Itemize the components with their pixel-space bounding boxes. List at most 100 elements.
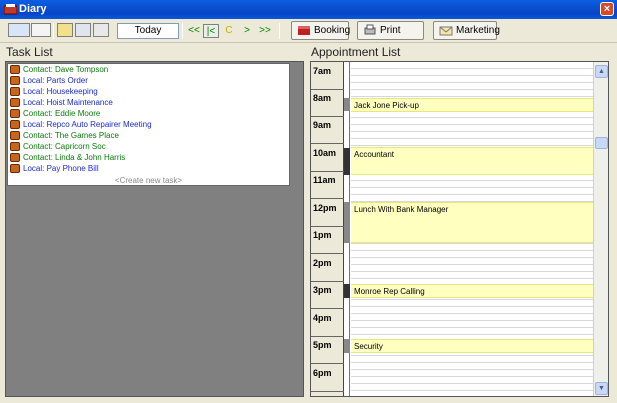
slot-line bbox=[351, 138, 593, 139]
vertical-scrollbar[interactable]: ▲ ▼ bbox=[593, 62, 608, 396]
refresh-icon[interactable]: C bbox=[221, 24, 237, 38]
task-item[interactable]: Contact: The Games Place bbox=[8, 130, 289, 141]
booking-button[interactable]: Booking bbox=[291, 21, 351, 40]
hour-divider bbox=[311, 226, 344, 227]
next-icon[interactable]: > bbox=[239, 24, 255, 38]
today-field[interactable]: Today bbox=[117, 23, 179, 39]
printer-icon[interactable] bbox=[93, 23, 109, 37]
prev-icon[interactable]: |< bbox=[203, 24, 219, 38]
slot-line bbox=[351, 306, 593, 307]
appointment-item[interactable]: Lunch With Bank Manager bbox=[351, 202, 593, 243]
appointment-marker bbox=[344, 202, 350, 243]
task-item[interactable]: Contact: Capricorn Soc bbox=[8, 141, 289, 152]
task-icon bbox=[10, 98, 20, 107]
appointment-item[interactable]: Accountant bbox=[351, 147, 593, 175]
title-bar: Diary × bbox=[0, 0, 617, 19]
task-list: Contact: Dave Tompson Local: Parts Order… bbox=[7, 63, 290, 186]
hour-label: 11am bbox=[313, 175, 336, 185]
slot-line bbox=[351, 369, 593, 370]
hour-divider bbox=[311, 89, 344, 90]
hour-label: 2pm bbox=[313, 258, 332, 268]
task-icon bbox=[10, 120, 20, 129]
task-icon bbox=[10, 131, 20, 140]
task-item[interactable]: Local: Housekeeping bbox=[8, 86, 289, 97]
appointment-marker bbox=[344, 148, 350, 175]
booking-icon bbox=[298, 26, 310, 35]
task-icon bbox=[10, 76, 20, 85]
slot-line bbox=[351, 68, 593, 69]
appointment-marker bbox=[344, 339, 350, 353]
slot-line bbox=[351, 362, 593, 363]
time-column: 7am 8am 9am 10am 11am 12pm 1pm 2pm 3pm 4… bbox=[311, 62, 344, 396]
week-view-icon[interactable] bbox=[31, 23, 51, 37]
slot-line bbox=[351, 75, 593, 76]
print-button[interactable]: Print bbox=[357, 21, 424, 40]
task-item[interactable]: Local: Parts Order bbox=[8, 75, 289, 86]
marketing-button[interactable]: Marketing bbox=[433, 21, 500, 40]
slot-line bbox=[351, 327, 593, 328]
hour-label: 6pm bbox=[313, 368, 332, 378]
scroll-up-icon[interactable]: ▲ bbox=[595, 65, 608, 78]
hour-divider bbox=[311, 198, 344, 199]
appointment-marker bbox=[344, 284, 350, 298]
hour-divider bbox=[311, 391, 344, 392]
last-icon[interactable]: >> bbox=[257, 24, 273, 38]
appointment-list-panel: 7am 8am 9am 10am 11am 12pm 1pm 2pm 3pm 4… bbox=[310, 61, 609, 397]
hour-divider bbox=[311, 253, 344, 254]
task-icon bbox=[10, 153, 20, 162]
calendar-icon[interactable] bbox=[75, 23, 91, 37]
task-icon bbox=[10, 164, 20, 173]
slot-line bbox=[351, 145, 593, 146]
slot-line bbox=[351, 180, 593, 181]
hour-label: 10am bbox=[313, 148, 337, 158]
task-list-header: Task List bbox=[6, 45, 53, 59]
print-label: Print bbox=[380, 25, 401, 36]
hour-label: 9am bbox=[313, 120, 332, 130]
hour-label: 1pm bbox=[313, 230, 332, 240]
task-icon bbox=[10, 87, 20, 96]
slot-line bbox=[351, 124, 593, 125]
diary-app-icon bbox=[4, 4, 17, 15]
appointment-item[interactable]: Monroe Rep Calling bbox=[351, 284, 593, 298]
scroll-down-icon[interactable]: ▼ bbox=[595, 382, 608, 395]
folder-icon[interactable] bbox=[57, 23, 73, 37]
slot-line bbox=[351, 376, 593, 377]
first-icon[interactable]: << bbox=[186, 24, 202, 38]
slot-line bbox=[351, 390, 593, 391]
task-item[interactable]: Contact: Eddie Moore bbox=[8, 108, 289, 119]
hour-label: 5pm bbox=[313, 340, 332, 350]
task-item[interactable]: Local: Pay Phone Bill bbox=[8, 163, 289, 174]
slot-line bbox=[351, 264, 593, 265]
hour-label: 3pm bbox=[313, 285, 332, 295]
slot-line bbox=[351, 243, 593, 244]
task-item[interactable]: Contact: Dave Tompson bbox=[8, 64, 289, 75]
close-button[interactable]: × bbox=[600, 2, 614, 16]
hour-label: 8am bbox=[313, 93, 332, 103]
slot-line bbox=[351, 299, 593, 300]
task-item[interactable]: Contact: Linda & John Harris bbox=[8, 152, 289, 163]
slot-line bbox=[351, 250, 593, 251]
hour-divider bbox=[311, 363, 344, 364]
task-item[interactable]: Local: Repco Auto Repairer Meeting bbox=[8, 119, 289, 130]
slot-line bbox=[351, 82, 593, 83]
booking-label: Booking bbox=[314, 25, 351, 36]
hour-divider bbox=[311, 336, 344, 337]
toolbar-separator bbox=[53, 23, 54, 39]
slot-line bbox=[351, 313, 593, 314]
appointment-marker bbox=[344, 98, 350, 111]
hour-label: 4pm bbox=[313, 313, 332, 323]
task-item[interactable]: Local: Hoist Maintenance bbox=[8, 97, 289, 108]
slot-line bbox=[351, 355, 593, 356]
scroll-thumb[interactable] bbox=[595, 137, 608, 149]
slot-line bbox=[351, 257, 593, 258]
appointment-grid: 7am 8am 9am 10am 11am 12pm 1pm 2pm 3pm 4… bbox=[311, 62, 593, 396]
slot-line bbox=[351, 383, 593, 384]
slot-line bbox=[351, 131, 593, 132]
hour-divider bbox=[311, 308, 344, 309]
hour-label: 12pm bbox=[313, 203, 337, 213]
day-view-icon[interactable] bbox=[8, 23, 30, 37]
appointment-item[interactable]: Jack Jone Pick-up bbox=[351, 98, 593, 112]
appointment-item[interactable]: Security bbox=[351, 339, 593, 353]
create-new-task[interactable]: <Create new task> bbox=[8, 176, 289, 186]
marketing-icon bbox=[439, 26, 453, 36]
